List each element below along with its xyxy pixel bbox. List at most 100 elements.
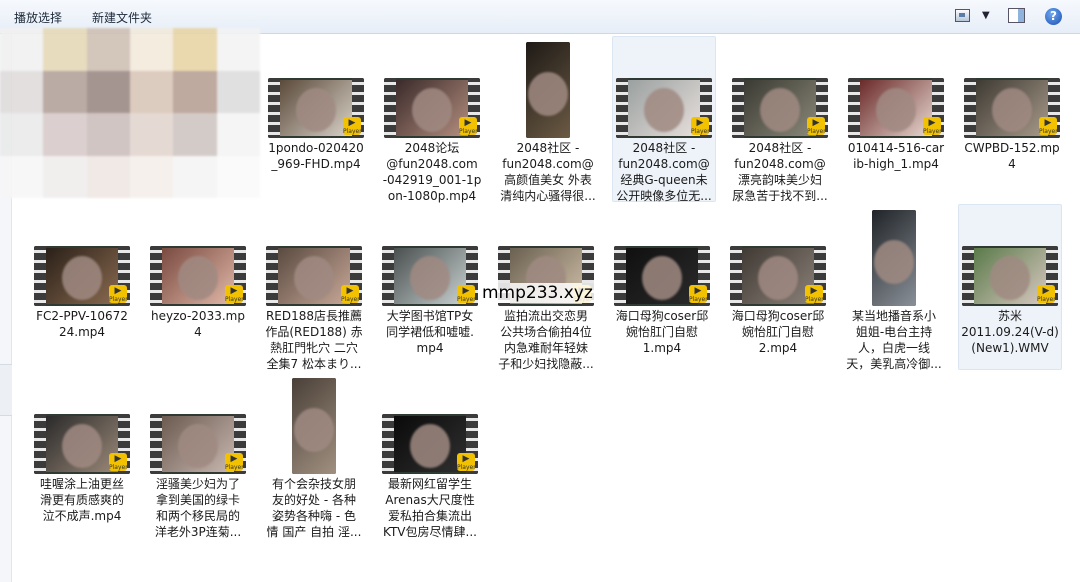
player-badge-icon: ▶Player (225, 285, 244, 303)
file-name-line: 作品(RED188) 赤 (265, 325, 363, 339)
file-name-line: 2048社区 - (748, 141, 812, 155)
file-name-line: FC2-PPV-10672 (36, 309, 128, 323)
film-strip-icon (848, 78, 860, 138)
video-thumbnail[interactable]: ▶Player (34, 246, 130, 306)
player-badge-label: Player (343, 128, 362, 135)
file-name-line: 滑更有质感爽的 (39, 493, 124, 507)
censor-blur (178, 256, 218, 300)
file-name-line: 高颜值美女 外表 (504, 173, 592, 187)
file-name-line: @fun2048.com (386, 157, 478, 171)
file-name-label: 2048社区 - fun2048.com@ 高颜值美女 外表 清纯内心骚得很... (494, 140, 602, 204)
play-selection-button[interactable]: 播放选择 (14, 9, 62, 26)
video-thumbnail[interactable]: ▶Player (962, 246, 1058, 306)
file-name-line: 清纯内心骚得很... (500, 189, 596, 203)
file-name-line: 子和少妇找隐蔽... (498, 357, 594, 371)
censor-blur (876, 88, 916, 132)
video-thumbnail[interactable]: ▶Player (382, 246, 478, 306)
preview-pane-button[interactable] (1008, 8, 1026, 26)
video-thumbnail[interactable]: ▶Player (732, 78, 828, 138)
file-name-label: 海口母狗coser邱 婉怡肛门自慰 2.mp4 (724, 308, 832, 356)
video-thumbnail[interactable]: ▶Player (848, 78, 944, 138)
player-badge-icon: ▶Player (457, 285, 476, 303)
censor-blur (760, 88, 800, 132)
file-name-line: 公共场合偷拍4位 (500, 325, 592, 339)
player-badge-label: Player (109, 464, 128, 471)
video-thumbnail[interactable]: ▶Player (34, 414, 130, 474)
player-badge-label: Player (109, 296, 128, 303)
file-name-line: KTV包房尽情肆... (383, 525, 477, 539)
file-name-line: 有个会杂技女朋 (271, 477, 356, 491)
file-name-line: Arenas大尺度性 (385, 493, 475, 507)
video-thumbnail[interactable]: ▶Player (382, 414, 478, 474)
file-name-line: 爱私拍合集流出 (387, 509, 472, 523)
video-thumbnail[interactable]: ▶Player (266, 246, 362, 306)
file-name-label: 淫骚美少妇为了 拿到美国的绿卡 和两个移民局的 洋老外3P连菊... (144, 476, 252, 540)
video-thumbnail[interactable]: ▶Player (150, 246, 246, 306)
file-name-line: -042919_001-1p (382, 173, 482, 187)
film-strip-icon (382, 246, 394, 306)
file-name-label: 2048社区 - fun2048.com@ 经典G-queen未 公开映像多位无... (610, 140, 718, 204)
player-badge-label: Player (1037, 296, 1056, 303)
player-badge-label: Player (341, 296, 360, 303)
censor-blur (294, 256, 334, 300)
file-name-line: 姐姐-电台主持 (855, 325, 933, 339)
video-thumbnail[interactable]: ▶Player (730, 246, 826, 306)
file-name-line: 拿到美国的绿卡 (155, 493, 240, 507)
video-thumbnail[interactable]: ▶Player (964, 78, 1060, 138)
player-badge-label: Player (225, 296, 244, 303)
file-name-line: 哇喔涂上油更丝 (39, 477, 124, 491)
file-name-line: 4 (1008, 157, 1016, 171)
film-strip-icon (34, 414, 46, 474)
player-badge-label: Player (807, 128, 826, 135)
player-badge-icon: ▶Player (923, 117, 942, 135)
film-strip-icon (150, 246, 162, 306)
video-thumbnail[interactable]: ▶Player (384, 78, 480, 138)
file-name-line: 1pondo-020420 (268, 141, 364, 155)
file-name-line: 经典G-queen未 (620, 173, 708, 187)
video-thumbnail[interactable] (292, 378, 336, 474)
player-badge-icon: ▶Player (457, 453, 476, 471)
file-name-line: 最新网红留学生 (387, 477, 472, 491)
video-thumbnail[interactable] (526, 42, 570, 138)
file-name-line: 和两个移民局的 (155, 509, 240, 523)
player-badge-icon: ▶Player (459, 117, 478, 135)
navigation-pane-splitter[interactable] (0, 364, 12, 416)
file-name-line: 泣不成声.mp4 (42, 509, 122, 523)
change-view-button[interactable]: ▼ (955, 8, 995, 26)
censor-blur (62, 424, 102, 468)
file-name-line: 监拍流出交恋男 (503, 309, 588, 323)
file-name-line: 婉怡肛门自慰 (741, 325, 814, 339)
censor-blur (296, 88, 336, 132)
video-thumbnail[interactable]: ▶Player (616, 78, 712, 138)
file-name-line: 婉怡肛门自慰 (625, 325, 698, 339)
video-thumbnail[interactable]: ▶Player (150, 414, 246, 474)
player-badge-icon: ▶Player (1037, 285, 1056, 303)
file-name-line: fun2048.com@ (618, 157, 710, 171)
file-name-label: RED188店長推薦 作品(RED188) 赤熱肛門牝穴 二穴 全集7 松本まり..… (260, 308, 368, 372)
player-badge-icon: ▶Player (689, 285, 708, 303)
player-badge-label: Player (805, 296, 824, 303)
film-strip-icon (964, 78, 976, 138)
new-folder-button[interactable]: 新建文件夹 (92, 9, 152, 26)
video-thumbnail[interactable] (872, 210, 916, 306)
help-button[interactable]: ? (1045, 8, 1062, 26)
censor-blur (410, 256, 450, 300)
player-badge-icon: ▶Player (1039, 117, 1058, 135)
player-badge-icon: ▶Player (225, 453, 244, 471)
video-thumbnail[interactable]: ▶Player (268, 78, 364, 138)
file-name-line: RED188店長推薦 (265, 309, 363, 323)
film-strip-icon (616, 78, 628, 138)
film-strip-icon (268, 78, 280, 138)
chevron-down-icon: ▼ (982, 10, 990, 21)
file-name-line: 友的好处 - 各种 (272, 493, 356, 507)
censor-blur (758, 256, 798, 300)
film-strip-icon (384, 78, 396, 138)
file-name-line: 大学图书馆TP女 (386, 309, 474, 323)
player-badge-icon: ▶Player (691, 117, 710, 135)
player-badge-icon: ▶Player (343, 117, 362, 135)
file-name-line: 天，美乳高冷御... (846, 357, 942, 371)
file-name-line: 苏米 (997, 309, 1022, 323)
file-name-line: 1.mp4 (642, 341, 682, 355)
video-thumbnail[interactable]: ▶Player (614, 246, 710, 306)
film-strip-icon (382, 414, 394, 474)
